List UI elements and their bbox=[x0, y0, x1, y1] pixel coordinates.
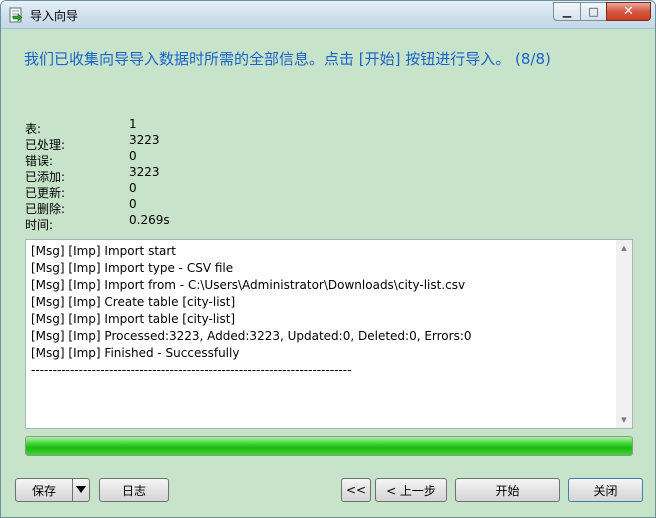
instruction-text: 我们已收集向导导入数据时所需的全部信息。点击 [开始] 按钮进行导入。 (8/8… bbox=[24, 50, 551, 68]
stat-value: 0 bbox=[129, 181, 137, 195]
stat-value: 3223 bbox=[129, 165, 160, 179]
log-button[interactable]: 日志 bbox=[99, 478, 169, 502]
log-lines: [Msg] [Imp] Import start [Msg] [Imp] Imp… bbox=[31, 243, 619, 379]
log-line: [Msg] [Imp] Import start bbox=[31, 244, 177, 258]
scroll-down-icon[interactable]: ▼ bbox=[616, 412, 632, 428]
log-button-label: 日志 bbox=[121, 483, 146, 498]
log-line: [Msg] [Imp] Create table [city-list] bbox=[31, 295, 236, 309]
stat-value: 1 bbox=[129, 117, 137, 131]
log-scrollbar[interactable]: ▲ ▼ bbox=[616, 240, 632, 428]
stat-label: 已添加: bbox=[25, 170, 66, 184]
log-line: ----------------------------------------… bbox=[31, 363, 352, 377]
title-bar[interactable]: 导入向导 ▁ □ ✕ bbox=[1, 1, 655, 29]
back-button-label: < 上一步 bbox=[386, 483, 436, 498]
stat-label: 错误: bbox=[25, 154, 54, 168]
save-split-divider bbox=[72, 479, 73, 501]
window-title: 导入向导 bbox=[30, 9, 79, 23]
close-window-button[interactable]: ✕ bbox=[606, 2, 651, 21]
start-button[interactable]: 开始 bbox=[455, 478, 560, 502]
stat-label: 已处理: bbox=[25, 138, 66, 152]
log-line: [Msg] [Imp] Finished - Successfully bbox=[31, 346, 240, 360]
progress-fill bbox=[26, 437, 632, 455]
first-step-button[interactable]: << bbox=[341, 478, 371, 502]
log-line: [Msg] [Imp] Import type - CSV file bbox=[31, 261, 234, 275]
scroll-up-icon[interactable]: ▲ bbox=[616, 240, 632, 256]
close-button[interactable]: 关闭 bbox=[568, 478, 643, 502]
stat-value: 0 bbox=[129, 197, 137, 211]
stat-value: 0.269s bbox=[129, 213, 170, 227]
save-button[interactable]: 保存 bbox=[15, 478, 90, 502]
import-wizard-window: 导入向导 ▁ □ ✕ 我们已收集向导导入数据时所需的全部信息。点击 [开始] 按… bbox=[0, 0, 656, 518]
start-button-label: 开始 bbox=[495, 483, 520, 498]
maximize-icon: □ bbox=[588, 5, 599, 18]
chevron-down-icon[interactable] bbox=[76, 486, 86, 493]
maximize-button[interactable]: □ bbox=[580, 2, 606, 21]
stat-value: 3223 bbox=[129, 133, 160, 147]
minimize-button[interactable]: ▁ bbox=[553, 2, 580, 21]
stat-label: 表: bbox=[25, 122, 42, 136]
log-line: [Msg] [Imp] Import table [city-list] bbox=[31, 312, 236, 326]
stat-label: 时间: bbox=[25, 218, 54, 232]
save-button-label: 保存 bbox=[32, 483, 57, 498]
stat-label: 已删除: bbox=[25, 202, 66, 216]
minimize-icon: ▁ bbox=[562, 5, 572, 18]
import-wizard-icon bbox=[9, 7, 23, 23]
back-button[interactable]: < 上一步 bbox=[375, 478, 447, 502]
first-step-button-label: << bbox=[345, 483, 367, 497]
caption-buttons: ▁ □ ✕ bbox=[553, 2, 651, 21]
close-icon: ✕ bbox=[623, 4, 634, 19]
progress-bar bbox=[25, 436, 633, 456]
stat-value: 0 bbox=[129, 149, 137, 163]
close-button-label: 关闭 bbox=[593, 483, 618, 498]
log-line: [Msg] [Imp] Processed:3223, Added:3223, … bbox=[31, 329, 472, 343]
log-line: [Msg] [Imp] Import from - C:\Users\Admin… bbox=[31, 278, 466, 292]
import-log[interactable]: [Msg] [Imp] Import start [Msg] [Imp] Imp… bbox=[25, 239, 633, 429]
stat-label: 已更新: bbox=[25, 186, 66, 200]
